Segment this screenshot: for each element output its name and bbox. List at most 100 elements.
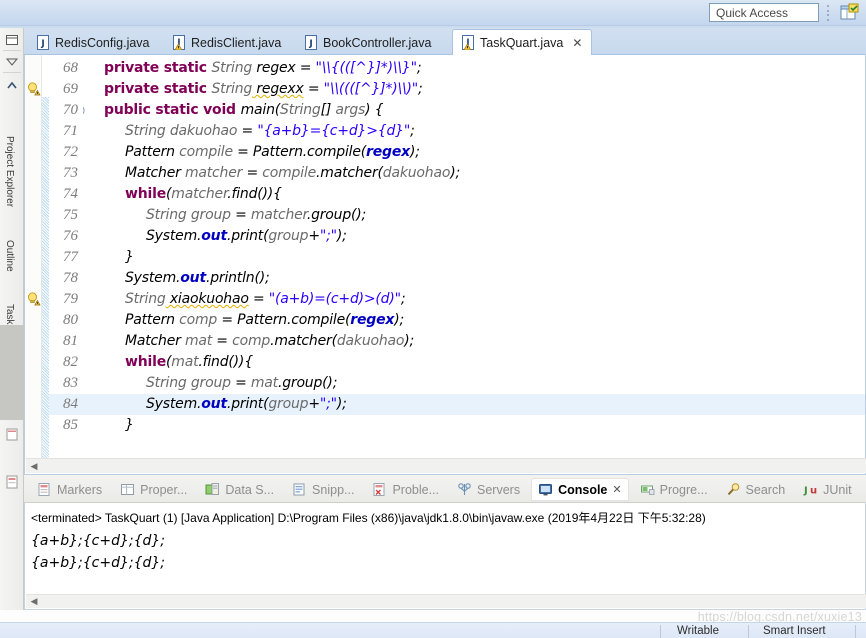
- console-horizontal-scrollbar[interactable]: ◀: [26, 594, 866, 608]
- code-line[interactable]: Matcher matcher = compile.matcher(dakuoh…: [125, 163, 460, 184]
- scroll-left-icon[interactable]: ◀: [26, 596, 42, 607]
- line-number: 75: [44, 205, 78, 226]
- warning-bulb-icon[interactable]: [27, 82, 41, 96]
- view-tab-label: Markers: [57, 483, 102, 497]
- code-token: String: [146, 207, 187, 223]
- editor-tab-label: RedisClient.java: [191, 36, 281, 50]
- view-tab-bar: Markers Proper...Data S...Snipp...Proble.…: [24, 475, 866, 503]
- view-tab-search[interactable]: Search: [719, 478, 793, 501]
- data-source-explorer-icon: [205, 482, 220, 497]
- code-token: Matcher: [125, 333, 181, 349]
- code-token: regex: [350, 312, 394, 328]
- view-tab-label: Servers: [477, 483, 520, 497]
- view-tab-junit[interactable]: JuJUnit: [796, 478, 858, 501]
- scroll-up-icon[interactable]: [4, 78, 20, 94]
- code-token: );: [404, 333, 414, 349]
- code-token: regexx: [252, 81, 304, 97]
- code-token: "{a+b}={c+d}>{d}": [257, 123, 410, 139]
- code-line[interactable]: System.out.print(group+";");: [146, 226, 347, 247]
- code-line[interactable]: Matcher mat = comp.matcher(dakuohao);: [125, 331, 414, 352]
- quick-access-input[interactable]: Quick Access: [709, 3, 819, 22]
- open-perspective-button[interactable]: [838, 3, 860, 23]
- view-tab-cvs[interactable]: CVS 资...: [863, 478, 866, 501]
- view-tab-servers[interactable]: Servers: [450, 478, 527, 501]
- code-token: );: [410, 144, 420, 160]
- code-line[interactable]: String group = mat.group();: [146, 373, 337, 394]
- code-line[interactable]: String group = matcher.group();: [146, 205, 366, 226]
- code-line[interactable]: while(matcher.find()){: [125, 184, 282, 205]
- markers-icon: [37, 482, 52, 497]
- status-writable: Writable: [677, 625, 719, 638]
- view-tab-progre[interactable]: Progre...: [633, 478, 715, 501]
- line-number: 71: [44, 121, 78, 142]
- console-output-line: {a+b};{c+d};{d};: [31, 555, 165, 571]
- code-line[interactable]: public static void main(String[] args) {: [104, 100, 383, 121]
- view-tab-snipp[interactable]: Snipp...: [285, 478, 361, 501]
- editor-tab-bookcontroller[interactable]: J BookController.java: [296, 30, 440, 55]
- code-token: group: [268, 228, 308, 244]
- code-token: String: [125, 291, 166, 307]
- code-token: while: [125, 186, 166, 202]
- code-token: compile: [175, 144, 233, 160]
- code-line[interactable]: Pattern compile = Pattern.compile(regex)…: [125, 142, 420, 163]
- warning-bulb-icon[interactable]: [27, 292, 41, 306]
- markers-rail-icon[interactable]: [4, 474, 20, 490]
- rail-divider: [3, 72, 21, 73]
- restore-view-icon[interactable]: [4, 32, 20, 48]
- editor-tab-taskquart[interactable]: J TaskQuart.java ✕: [452, 29, 592, 56]
- code-line[interactable]: private static String regex = "\\{(([^}]…: [104, 58, 421, 79]
- sidebar-item-outline[interactable]: Outline: [4, 240, 15, 272]
- close-icon[interactable]: ✕: [612, 483, 621, 496]
- status-divider: [748, 625, 749, 638]
- console-icon: [538, 482, 553, 497]
- code-line[interactable]: }: [125, 247, 134, 268]
- editor-horizontal-scrollbar[interactable]: ◀: [26, 458, 866, 473]
- code-line[interactable]: System.out.println();: [125, 268, 270, 289]
- view-tab-console[interactable]: Console✕: [531, 478, 629, 501]
- view-tab-label: JUnit: [823, 483, 851, 497]
- code-token: String: [125, 123, 166, 139]
- code-text-area[interactable]: private static String regex = "\\{(([^}]…: [83, 55, 865, 458]
- left-fast-view-bar[interactable]: Project Explorer Outline Task List: [0, 28, 24, 610]
- svg-text:J: J: [803, 486, 808, 497]
- editor-tab-redisclient[interactable]: J RedisClient.java: [164, 30, 290, 55]
- sidebar-item-project-explorer[interactable]: Project Explorer: [4, 136, 15, 207]
- java-file-icon: J: [36, 35, 50, 50]
- view-placeholder-icon[interactable]: [4, 426, 20, 442]
- java-editor[interactable]: 686970717273747576777879808182838485 pri…: [24, 55, 866, 475]
- collapse-arrow-icon[interactable]: [4, 54, 20, 70]
- code-token: Pattern: [125, 144, 175, 160]
- code-line[interactable]: System.out.print(group+";");: [146, 394, 347, 415]
- scroll-left-icon[interactable]: ◀: [26, 461, 42, 472]
- code-line[interactable]: Pattern comp = Pattern.compile(regex);: [125, 310, 404, 331]
- line-number-ruler: 686970717273747576777879808182838485: [49, 55, 83, 458]
- code-line[interactable]: String dakuohao = "{a+b}={c+d}>{d}";: [125, 121, 415, 142]
- annotation-ruler[interactable]: [25, 55, 42, 458]
- fold-collapse-icon[interactable]: [83, 100, 85, 121]
- bottom-view-stack: Markers Proper...Data S...Snipp...Proble.…: [24, 475, 866, 610]
- code-line[interactable]: while(mat.find()){: [125, 352, 253, 373]
- code-token: System.: [125, 270, 180, 286]
- editor-tab-redisconfig[interactable]: J RedisConfig.java: [28, 30, 159, 55]
- close-icon[interactable]: ✕: [572, 36, 582, 50]
- code-token: +: [308, 228, 320, 244]
- view-tab-proper[interactable]: Proper...: [113, 478, 194, 501]
- view-tab-proble[interactable]: Proble...: [365, 478, 446, 501]
- toolbar-overflow-handle[interactable]: [826, 4, 830, 22]
- code-token: .print(: [227, 228, 268, 244]
- code-token: group: [268, 396, 308, 412]
- snippets-icon: [292, 482, 307, 497]
- console-view[interactable]: <terminated> TaskQuart (1) [Java Applica…: [24, 503, 866, 610]
- code-line[interactable]: private static String regexx = "\\((([^}…: [104, 79, 423, 100]
- properties-icon: [120, 482, 135, 497]
- code-token: );: [450, 165, 460, 181]
- line-number: 74: [44, 184, 78, 205]
- code-token: "\\((([^}]*)\\)": [324, 81, 418, 97]
- code-line[interactable]: }: [125, 415, 134, 436]
- view-tab-datas[interactable]: Data S...: [198, 478, 281, 501]
- code-token: =: [242, 165, 262, 181]
- view-tab-markers[interactable]: Markers: [30, 478, 109, 501]
- status-insert-mode: Smart Insert: [763, 625, 826, 638]
- code-line[interactable]: String xiaokuohao = "(a+b)=(c+d)>(d)";: [125, 289, 405, 310]
- code-token: ;: [417, 60, 422, 76]
